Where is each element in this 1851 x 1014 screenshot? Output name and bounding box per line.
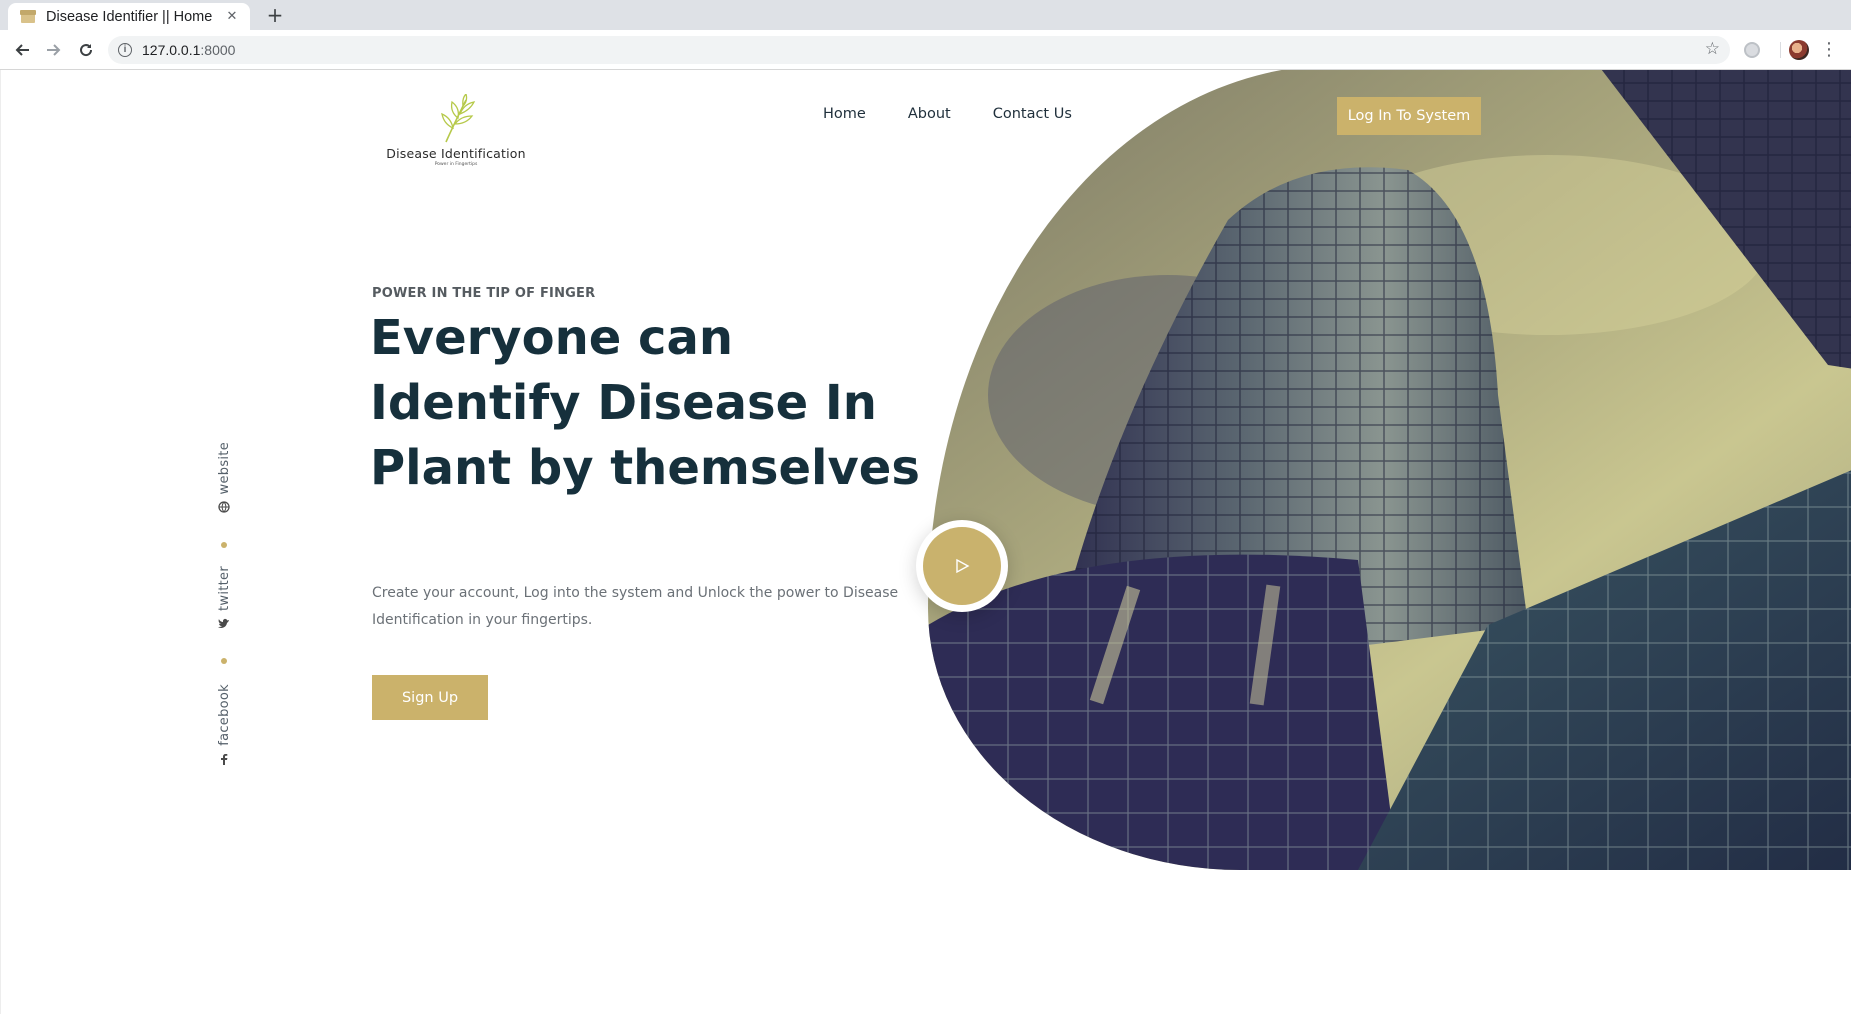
social-twitter-link[interactable]: twitter bbox=[211, 566, 237, 632]
browser-tab[interactable]: Disease Identifier || Home ✕ bbox=[8, 3, 250, 30]
browser-tab-strip: Disease Identifier || Home ✕ + bbox=[0, 0, 1851, 30]
toolbar-divider bbox=[1780, 42, 1781, 58]
play-video-button[interactable] bbox=[916, 520, 1008, 612]
logo-tagline: Power in Fingertips bbox=[434, 162, 478, 167]
hero-eyebrow: POWER IN THE TIP OF FINGER bbox=[372, 286, 596, 301]
back-arrow-icon[interactable] bbox=[8, 38, 36, 62]
browser-toolbar: i 127.0.0.1:8000 ☆ ⋮ bbox=[0, 30, 1851, 70]
url-text: 127.0.0.1:8000 bbox=[142, 42, 236, 58]
reload-icon[interactable] bbox=[72, 38, 100, 62]
profile-avatar[interactable] bbox=[1788, 39, 1810, 61]
social-website-link[interactable]: website bbox=[211, 442, 237, 516]
tab-close-icon[interactable]: ✕ bbox=[224, 9, 240, 24]
signup-button[interactable]: Sign Up bbox=[372, 675, 488, 720]
web-page: Disease Identification Power in Fingerti… bbox=[0, 70, 1851, 1014]
site-info-icon[interactable]: i bbox=[118, 43, 132, 57]
forward-arrow-icon[interactable] bbox=[40, 38, 68, 62]
social-facebook-label: facebook bbox=[216, 684, 232, 746]
nav-home-link[interactable]: Home bbox=[823, 106, 866, 122]
social-website-label: website bbox=[216, 442, 232, 495]
favicon-box-icon bbox=[20, 9, 36, 24]
social-twitter-label: twitter bbox=[216, 566, 232, 611]
new-tab-button[interactable]: + bbox=[262, 3, 288, 27]
social-facebook-link[interactable]: facebook bbox=[211, 684, 237, 768]
main-navigation: Home About Contact Us bbox=[823, 106, 1072, 122]
site-logo[interactable]: Disease Identification Power in Fingerti… bbox=[381, 94, 531, 174]
nav-contact-link[interactable]: Contact Us bbox=[993, 106, 1072, 122]
hero-description: Create your account, Log into the system… bbox=[372, 585, 899, 628]
leaf-logo-icon bbox=[441, 94, 476, 143]
tab-title: Disease Identifier || Home bbox=[46, 8, 213, 25]
nav-about-link[interactable]: About bbox=[908, 106, 951, 122]
play-icon bbox=[956, 558, 970, 574]
twitter-bird-icon bbox=[218, 618, 230, 632]
address-bar[interactable]: i 127.0.0.1:8000 ☆ bbox=[108, 36, 1730, 64]
login-button[interactable]: Log In To System bbox=[1337, 97, 1481, 135]
extension-icon[interactable] bbox=[1741, 39, 1763, 61]
headline-line-1: Everyone can bbox=[370, 310, 734, 366]
globe-icon bbox=[218, 501, 230, 516]
social-separator-dot bbox=[221, 542, 227, 548]
bookmark-star-icon[interactable]: ☆ bbox=[1705, 39, 1720, 59]
headline-line-2: Identify Disease In bbox=[370, 375, 877, 431]
hero-headline: Everyone can Identify Disease In Plant b… bbox=[370, 306, 930, 501]
social-links: website twitter facebook bbox=[211, 370, 237, 770]
headline-line-3: Plant by themselves bbox=[370, 440, 920, 496]
logo-name: Disease Identification bbox=[386, 146, 526, 161]
facebook-icon bbox=[220, 753, 228, 768]
browser-menu-icon[interactable]: ⋮ bbox=[1818, 39, 1840, 61]
hero-building-image bbox=[928, 70, 1851, 870]
social-separator-dot bbox=[221, 658, 227, 664]
